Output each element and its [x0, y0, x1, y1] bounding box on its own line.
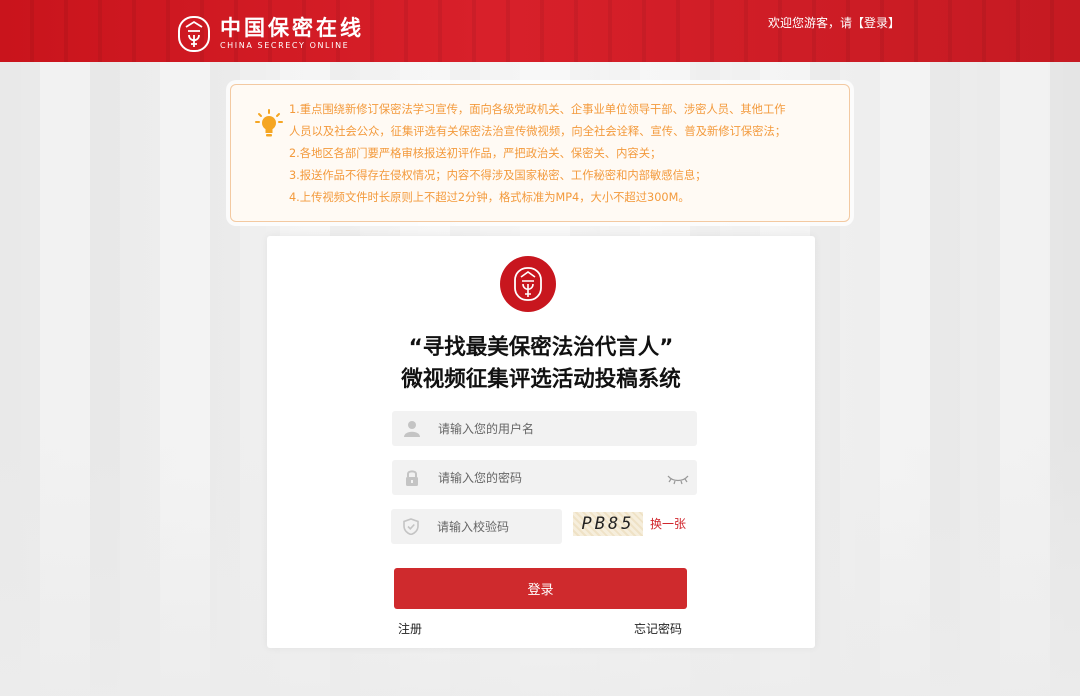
site-logo[interactable]: 中国保密在线 CHINA SECRECY ONLINE	[176, 14, 364, 54]
seal-logo-icon	[178, 16, 210, 52]
page-title-line-2: 微视频征集评选活动投稿系统	[401, 367, 681, 392]
lightbulb-icon	[255, 109, 283, 137]
login-button[interactable]: 登录	[394, 568, 687, 609]
verification-code-field	[391, 509, 562, 544]
seal-badge	[500, 256, 556, 312]
password-input[interactable]	[438, 460, 658, 495]
forgot-password-link[interactable]: 忘记密码	[634, 620, 682, 637]
username-field	[392, 411, 697, 446]
seal-icon	[514, 267, 542, 301]
verification-code-input[interactable]	[437, 509, 553, 544]
page-title-line-1: “寻找最美保密法治代言人”	[408, 335, 674, 360]
logo-chinese-text: 中国保密在线	[220, 15, 364, 40]
captcha-image[interactable]: PB85	[573, 512, 643, 536]
notice-text: 1.重点围绕新修订保密法学习宣传，面向各级党政机关、企事业单位领导干部、涉密人员…	[289, 99, 841, 209]
register-link[interactable]: 注册	[398, 620, 422, 637]
notice-line-2: 人员以及社会公众，征集评选有关保密法治宣传微视频，向全社会诠释、宣传、普及新修订…	[289, 125, 787, 138]
notice-line-3: 2.各地区各部门要严格审核报送初评作品，严把政治关、保密关、内容关；	[289, 147, 662, 160]
shield-check-icon	[403, 518, 419, 535]
username-input[interactable]	[438, 411, 678, 446]
notice-line-4: 3.报送作品不得存在侵权情况；内容不得涉及国家秘密、工作秘密和内部敏感信息；	[289, 169, 707, 182]
welcome-message: 欢迎您游客，请【登录】	[768, 14, 900, 31]
lock-icon	[406, 470, 418, 486]
user-icon	[404, 421, 420, 437]
password-field	[392, 460, 697, 495]
eye-closed-icon[interactable]	[667, 473, 689, 485]
notice-line-1: 1.重点围绕新修订保密法学习宣传，面向各级党政机关、企事业单位领导干部、涉密人员…	[289, 103, 786, 116]
logo-english-text: CHINA SECRECY ONLINE	[220, 41, 350, 50]
top-header: 中国保密在线 CHINA SECRECY ONLINE 欢迎您游客，请【登录】	[0, 0, 1080, 62]
header-login-link[interactable]: 登录	[864, 16, 888, 30]
notice-box: 1.重点围绕新修订保密法学习宣传，面向各级党政机关、企事业单位领导干部、涉密人员…	[230, 84, 850, 222]
refresh-captcha-link[interactable]: 换一张	[650, 515, 686, 532]
welcome-bracket-close: 】	[887, 16, 900, 30]
notice-line-5: 4.上传视频文件时长原则上不超过2分钟，格式标准为MP4，大小不超过300M。	[289, 191, 690, 204]
login-card: “寻找最美保密法治代言人” 微视频征集评选活动投稿系统 PB85 换	[267, 236, 815, 648]
welcome-text: 欢迎您游客，请【	[767, 16, 864, 30]
